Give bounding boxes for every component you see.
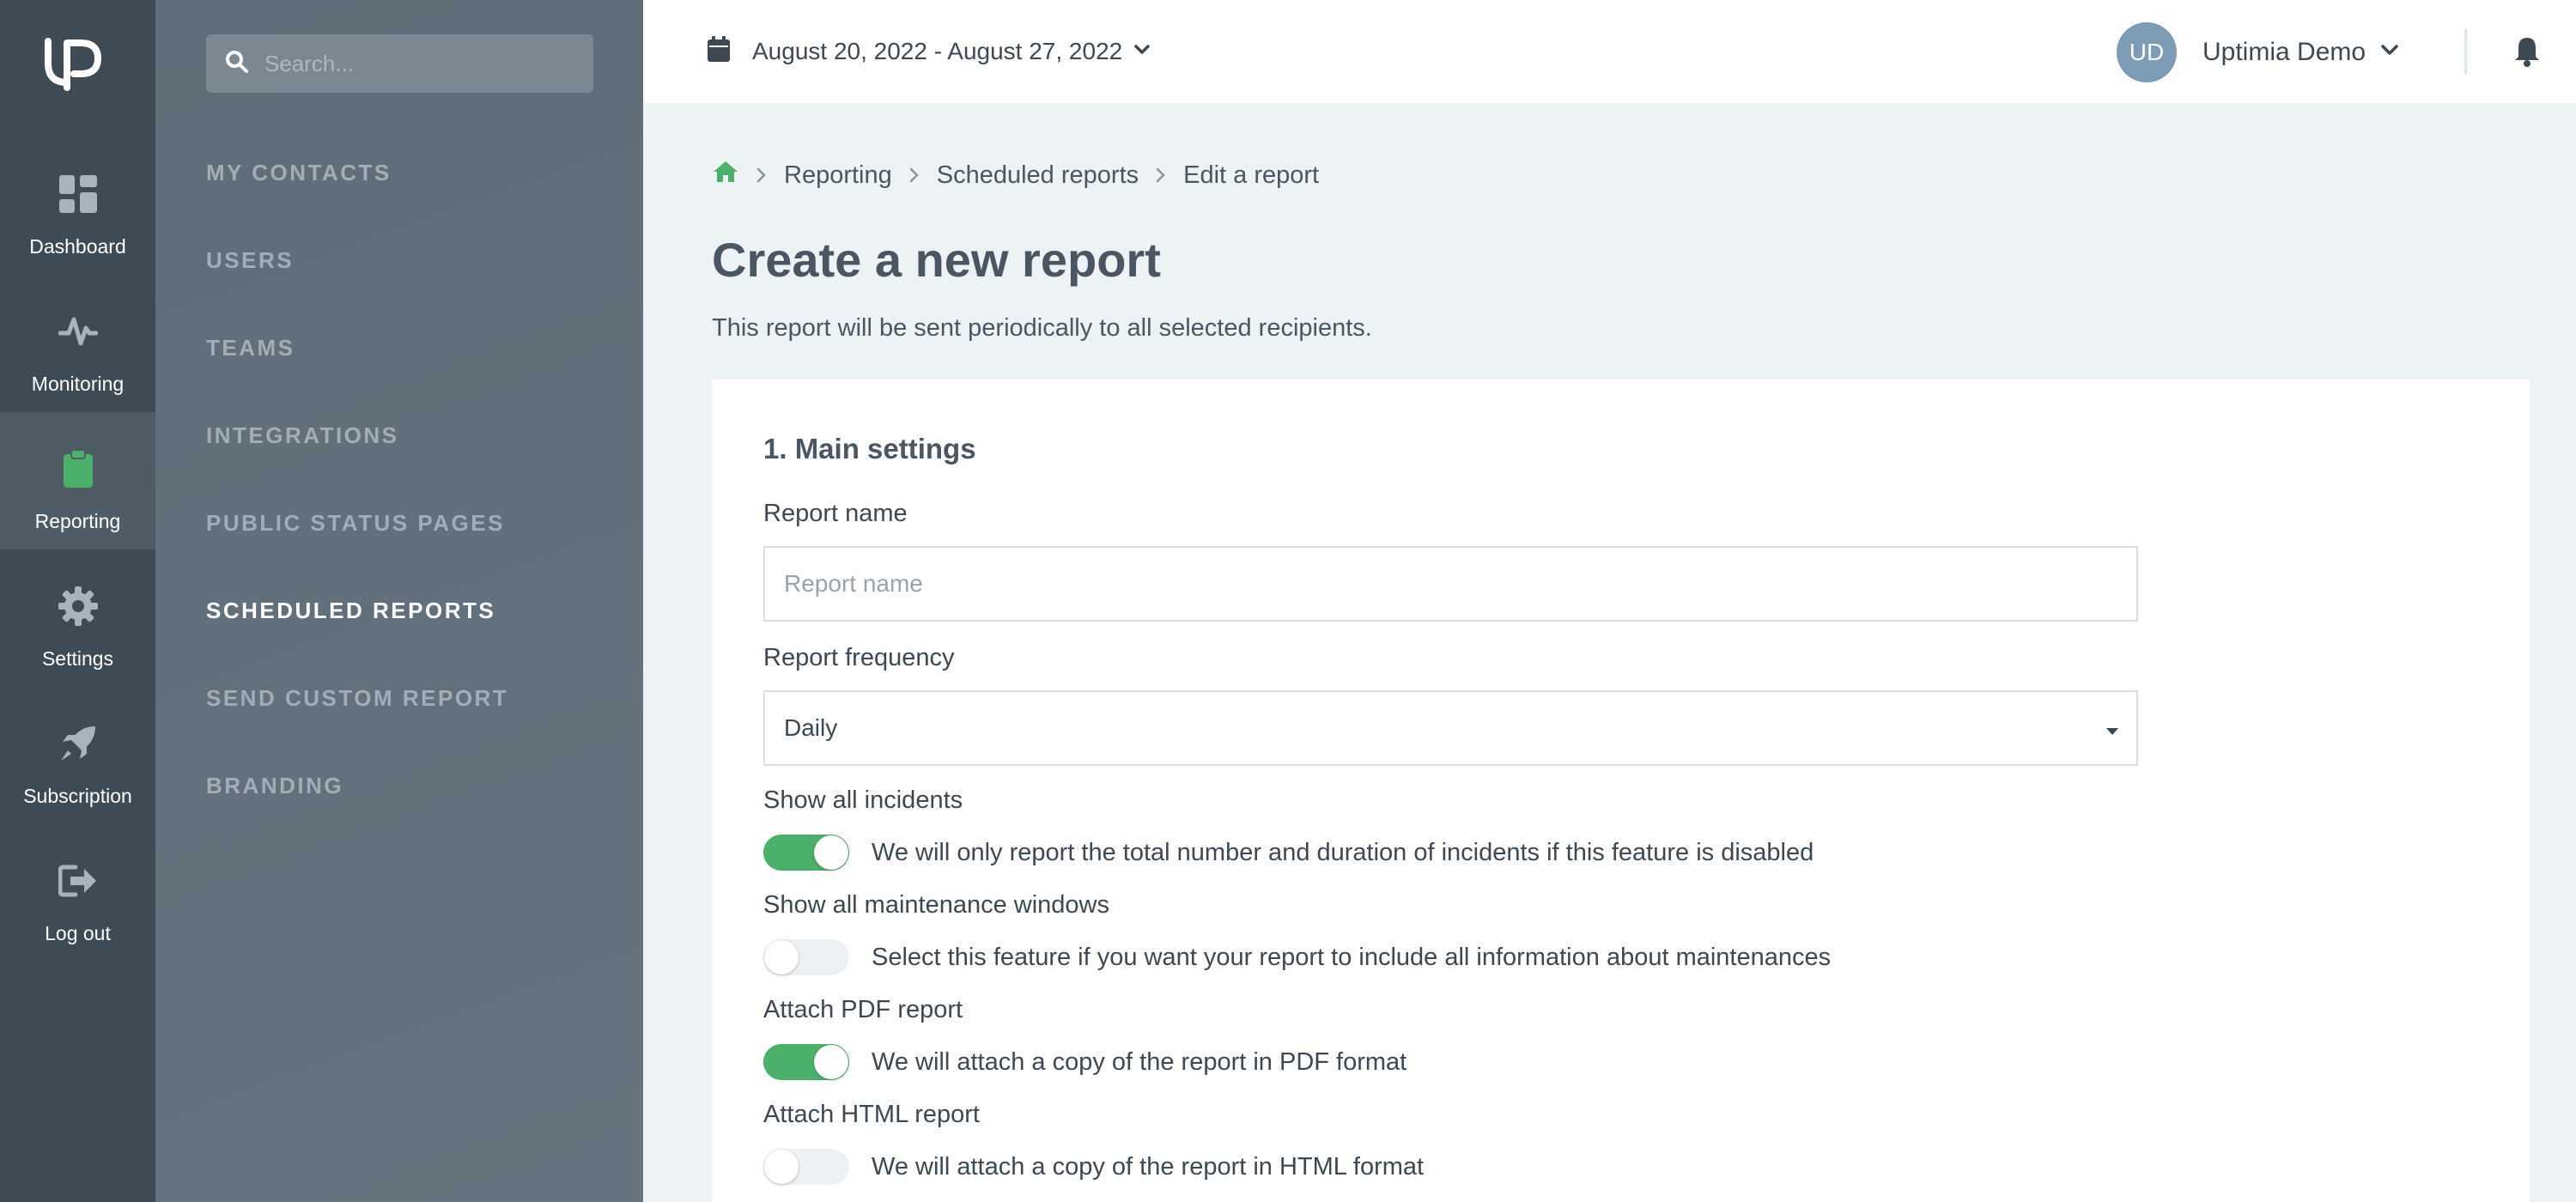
toggle-row-show-maintenance: Select this feature if you want your rep… xyxy=(763,939,1831,975)
page-scrollbar[interactable] xyxy=(2569,0,2576,1202)
main-settings-card: 1. Main settings Report name Report freq… xyxy=(712,379,2530,1202)
subnav-item-teams[interactable]: TEAMS xyxy=(206,335,295,361)
breadcrumb-current: Edit a report xyxy=(1183,161,1320,189)
rail-label: Subscription xyxy=(23,785,132,807)
chevron-down-icon xyxy=(2381,45,2398,60)
user-menu[interactable]: UD Uptimia Demo xyxy=(2117,22,2398,82)
rail-label: Dashboard xyxy=(29,235,126,258)
toggle-knob xyxy=(764,940,799,974)
subnav-item-users[interactable]: USERS xyxy=(206,247,294,274)
show-incidents-toggle[interactable] xyxy=(763,835,849,871)
toggle-row-attach-pdf: We will attach a copy of the report in P… xyxy=(763,1044,1406,1080)
search-box[interactable] xyxy=(206,34,593,93)
toggle-row-attach-html: We will attach a copy of the report in H… xyxy=(763,1149,1424,1185)
attach-pdf-toggle[interactable] xyxy=(763,1044,849,1080)
calendar-icon xyxy=(708,36,730,66)
search-icon xyxy=(225,50,249,78)
report-name-input[interactable] xyxy=(765,548,2136,620)
uptimia-logo[interactable] xyxy=(41,34,106,94)
toggle-knob xyxy=(814,1045,848,1079)
breadcrumb: Reporting Scheduled reports Edit a repor… xyxy=(712,160,1319,191)
chevron-down-icon xyxy=(1134,44,1150,59)
search-input[interactable] xyxy=(264,50,574,77)
attach-html-toggle[interactable] xyxy=(763,1149,849,1185)
clipboard-icon xyxy=(58,448,99,489)
rail-item-monitoring[interactable]: Monitoring xyxy=(0,275,155,412)
page-subtitle: This report will be sent periodically to… xyxy=(712,314,1372,342)
frequency-value: Daily xyxy=(784,714,838,741)
chevron-right-icon xyxy=(909,167,920,183)
header-divider xyxy=(2464,29,2467,74)
subnav-item-branding[interactable]: BRANDING xyxy=(206,773,343,799)
toggle-description: We will attach a copy of the report in P… xyxy=(872,1047,1407,1076)
report-frequency-label: Report frequency xyxy=(763,644,955,671)
toggle-knob xyxy=(764,1150,799,1184)
logout-icon xyxy=(58,860,99,902)
top-header: August 20, 2022 - August 27, 2022 UD Upt… xyxy=(643,0,2576,103)
rail-item-settings[interactable]: Settings xyxy=(0,549,155,687)
toggle-description: Select this feature if you want your rep… xyxy=(872,943,1832,971)
toggle-label-show-incidents: Show all incidents xyxy=(763,786,963,814)
rail-item-reporting[interactable]: Reporting xyxy=(0,412,155,549)
rocket-icon xyxy=(58,723,99,764)
subnav-item-public-status-pages[interactable]: PUBLIC STATUS PAGES xyxy=(206,510,505,537)
toggle-label-attach-pdf: Attach PDF report xyxy=(763,996,963,1023)
rail-item-subscription[interactable]: Subscription xyxy=(0,687,155,824)
rail-label: Settings xyxy=(41,647,114,670)
show-maintenance-toggle[interactable] xyxy=(763,939,849,975)
report-frequency-select[interactable]: Daily xyxy=(763,690,2138,766)
toggle-description: We will only report the total number and… xyxy=(872,838,1814,866)
gear-icon xyxy=(58,586,99,627)
chevron-right-icon xyxy=(756,167,767,183)
user-name: Uptimia Demo xyxy=(2202,38,2366,66)
rail-label: Monitoring xyxy=(31,373,125,395)
rail-item-logout[interactable]: Log out xyxy=(0,824,155,962)
avatar: UD xyxy=(2117,22,2177,82)
breadcrumb-scheduled-reports[interactable]: Scheduled reports xyxy=(937,161,1139,190)
subnav-item-integrations[interactable]: INTEGRATIONS xyxy=(206,422,399,449)
page-title: Create a new report xyxy=(712,233,1161,287)
report-name-field-wrapper xyxy=(763,546,2138,622)
breadcrumb-reporting[interactable]: Reporting xyxy=(784,161,892,190)
toggle-description: We will attach a copy of the report in H… xyxy=(872,1152,1425,1181)
section-title: 1. Main settings xyxy=(763,433,976,464)
toggle-label-attach-html: Attach HTML report xyxy=(763,1101,980,1128)
subnav-item-scheduled-reports[interactable]: SCHEDULED REPORTS xyxy=(206,598,495,624)
rail-label: Reporting xyxy=(34,510,121,532)
subnav-item-send-custom-report[interactable]: SEND CUSTOM REPORT xyxy=(206,685,508,712)
dashboard-icon xyxy=(58,173,99,215)
chevron-right-icon xyxy=(1156,167,1166,183)
main-content: Reporting Scheduled reports Edit a repor… xyxy=(643,103,2576,1202)
toggle-knob xyxy=(814,835,848,870)
rail-label: Log out xyxy=(45,922,111,944)
pulse-icon xyxy=(58,311,99,352)
toggle-row-show-incidents: We will only report the total number and… xyxy=(763,835,1814,871)
secondary-nav: MY CONTACTS USERS TEAMS INTEGRATIONS PUB… xyxy=(155,0,643,1202)
date-range-picker[interactable]: August 20, 2022 - August 27, 2022 xyxy=(708,36,1150,66)
rail-item-dashboard[interactable]: Dashboard xyxy=(0,137,155,275)
icon-rail: Dashboard Monitoring Reporting Settings … xyxy=(0,0,155,1202)
caret-down-icon xyxy=(2105,714,2119,742)
toggle-label-show-maintenance: Show all maintenance windows xyxy=(763,891,1109,919)
bell-icon[interactable] xyxy=(2513,36,2541,71)
report-name-label: Report name xyxy=(763,500,908,527)
home-icon[interactable] xyxy=(712,160,739,191)
subnav-item-my-contacts[interactable]: MY CONTACTS xyxy=(206,160,392,186)
date-range-text: August 20, 2022 - August 27, 2022 xyxy=(752,37,1123,64)
